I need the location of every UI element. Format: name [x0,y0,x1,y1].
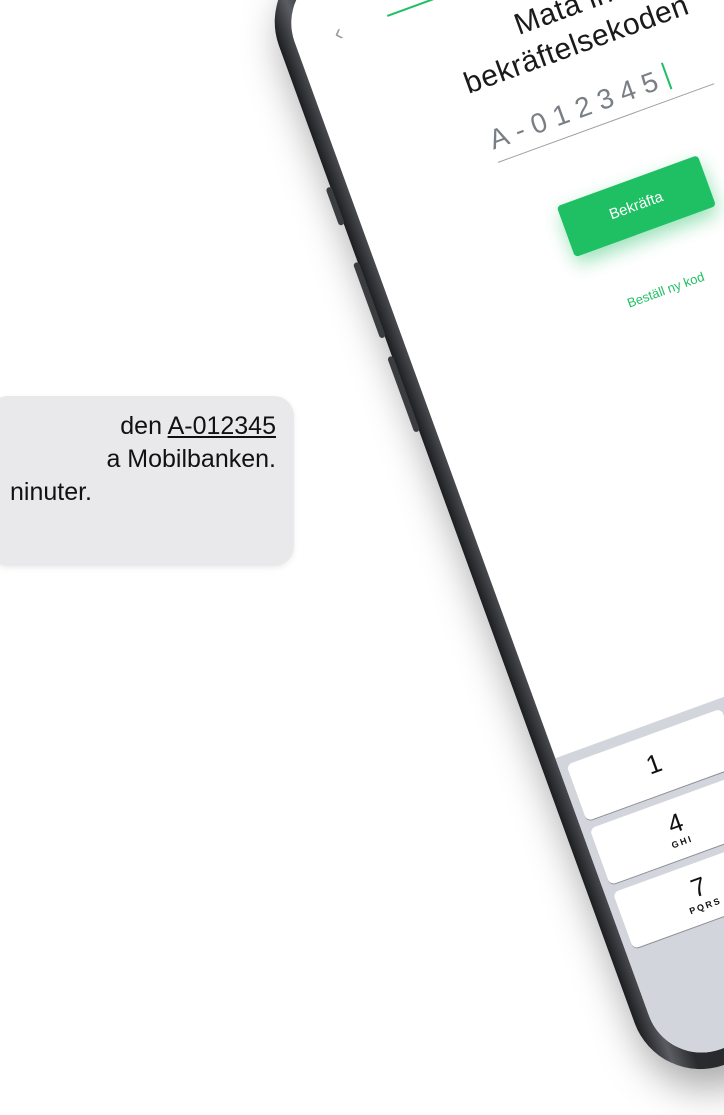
phone-screen: elisa ⊕ ‹ Mata in bekräftelsekoden A-012… [275,0,724,1069]
sms-line-1: den A-012345 [10,410,276,443]
back-chevron-icon[interactable]: ‹ [330,17,359,47]
key-number: 4 [663,806,688,840]
phone-mockup: elisa ⊕ ‹ Mata in bekräftelsekoden A-012… [255,0,724,1089]
sms-line-3: ninuter. [10,478,93,506]
sms-line-1-prefix: den [120,412,162,440]
sms-message-bubble: den A-012345 a Mobilbanken. ninuter. [0,396,294,566]
key-number: 1 [641,747,666,781]
key-number: 7 [686,870,711,904]
confirm-button[interactable]: Bekräfta [556,155,717,258]
sms-code-link[interactable]: A-012345 [168,412,276,440]
sms-line-2: a Mobilbanken. [106,445,276,473]
